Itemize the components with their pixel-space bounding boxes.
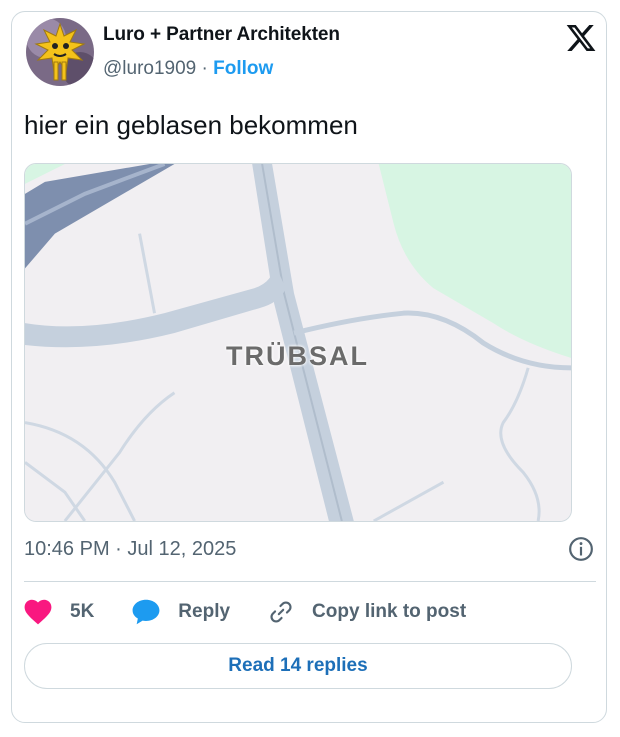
- like-button[interactable]: 5K: [24, 599, 94, 625]
- heart-icon: [24, 599, 52, 625]
- meta-separator: ·: [115, 538, 122, 560]
- handle-row: @luro1909 · Follow: [103, 58, 273, 80]
- like-count: 5K: [70, 601, 95, 622]
- tweet-meta: 10:46 PM · Jul 12, 2025: [24, 538, 236, 561]
- author-avatar[interactable]: [26, 18, 94, 86]
- x-logo-icon[interactable]: [564, 22, 598, 54]
- tweet-image-map[interactable]: TRÜBSAL: [24, 163, 572, 522]
- author-handle[interactable]: @luro1909: [103, 58, 196, 79]
- divider: [24, 581, 596, 582]
- reply-button[interactable]: Reply: [132, 599, 230, 625]
- tweet-text: hier ein geblasen bekommen: [24, 110, 358, 140]
- read-replies-button[interactable]: Read 14 replies: [24, 643, 572, 689]
- copy-link-button[interactable]: Copy link to post: [268, 599, 466, 625]
- follow-button[interactable]: Follow: [213, 58, 273, 79]
- speech-bubble-icon: [132, 599, 160, 625]
- author-name[interactable]: Luro + Partner Architekten: [103, 24, 340, 46]
- tweet-time[interactable]: 10:46 PM: [24, 538, 110, 560]
- info-icon[interactable]: [568, 536, 594, 562]
- reply-label: Reply: [178, 601, 231, 622]
- link-icon: [270, 601, 292, 623]
- handle-separator: ·: [201, 58, 208, 79]
- tweet-date[interactable]: Jul 12, 2025: [127, 538, 236, 560]
- copy-link-label: Copy link to post: [312, 601, 467, 622]
- map-place-label: TRÜBSAL: [226, 341, 369, 371]
- avatar-image: [26, 18, 94, 86]
- action-bar: 5K Reply Copy link to post: [24, 597, 504, 627]
